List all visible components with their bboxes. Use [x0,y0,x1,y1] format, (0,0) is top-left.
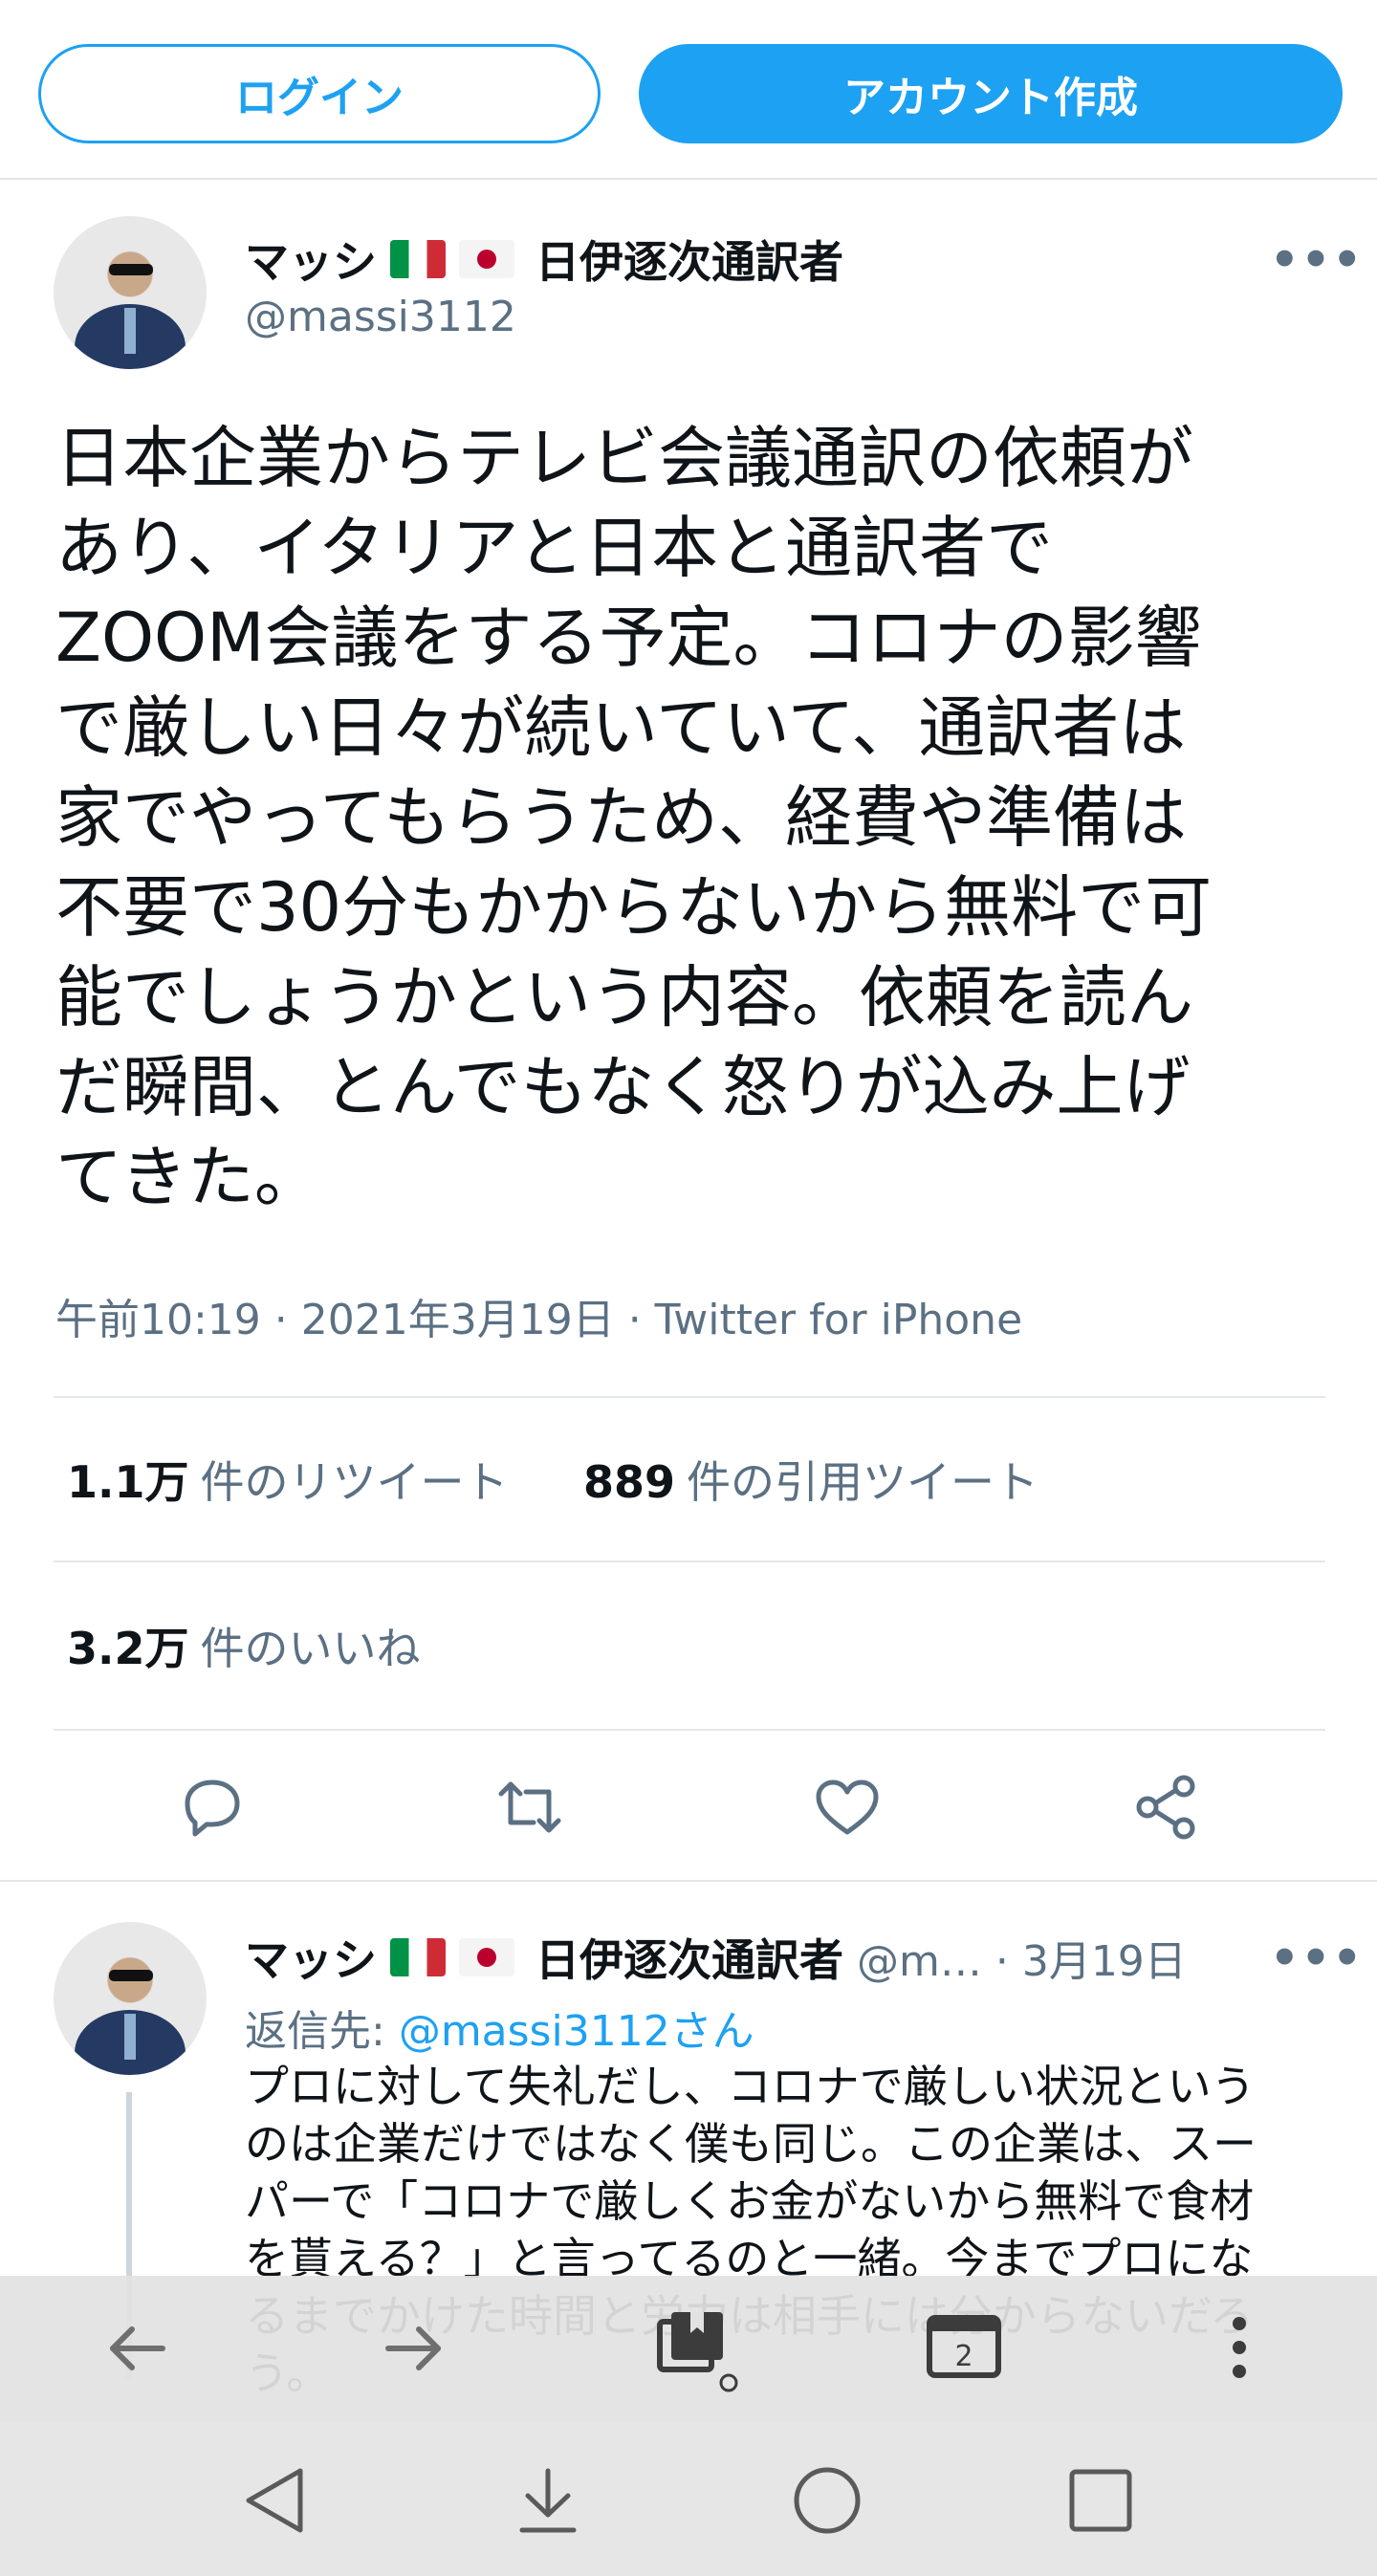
retweets-label: 件のリツイート [200,1456,509,1508]
author-name[interactable]: マッシ 日伊逐次通訳者 [245,228,843,291]
japan-flag-icon [459,1938,514,1976]
retweets-count: 1.1万 [67,1456,189,1508]
bookmarks-history-icon[interactable] [654,2308,740,2394]
reply-icon[interactable] [174,1769,251,1845]
top-auth-bar: ログイン アカウント作成 [0,0,1377,180]
reply-handle-date: @m… · 3月19日 [857,1937,1187,1986]
divider [54,1396,1325,1398]
likes-count: 3.2万 [67,1623,189,1674]
avatar-tie [124,2014,136,2060]
avatar-glasses [109,1970,153,1981]
japan-flag-icon [459,240,514,278]
author-handle[interactable]: @massi3112 [245,293,516,341]
reply-more-options-icon[interactable]: ••• [1270,1932,1364,1985]
avatar[interactable] [54,216,207,369]
tabs-icon[interactable]: 2 [926,2312,1002,2381]
reply-author-name-suffix: 日伊逐次通訳者 [536,1934,843,1986]
back-triangle-icon[interactable] [241,2465,308,2536]
reply-avatar[interactable] [54,1922,207,2075]
back-arrow-icon[interactable] [105,2320,168,2377]
avatar-glasses [109,264,153,275]
download-icon[interactable] [516,2465,579,2536]
reply-to-suffix: さん [669,2007,754,2056]
recents-square-icon[interactable] [1067,2467,1134,2534]
forward-arrow-icon[interactable] [382,2320,446,2377]
reply-to-handle-link[interactable]: @massi3112 [399,2007,670,2056]
divider [54,1729,1325,1731]
home-circle-icon[interactable] [792,2465,863,2536]
quotes-stat[interactable]: 889 件の引用ツイート [583,1448,1038,1511]
divider [54,1561,1325,1562]
retweet-icon[interactable] [492,1769,568,1845]
italy-flag-icon [390,240,446,278]
tweet-text: 日本企業からテレビ会議通訳の依頼が あり、イタリアと日本と通訳者で ZOOM会議… [55,419,1213,1216]
author-name-prefix: マッシ [245,236,377,288]
author-name-suffix: 日伊逐次通訳者 [536,236,843,288]
signup-button[interactable]: アカウント作成 [639,44,1343,143]
more-options-icon[interactable]: ••• [1270,233,1364,287]
retweets-stat[interactable]: 1.1万 件のリツイート [67,1448,509,1511]
browser-toolbar: 2 [0,2276,1377,2423]
quotes-count: 889 [583,1456,676,1508]
avatar-tie [124,308,136,354]
tweet-timestamp[interactable]: 午前10:19 · 2021年3月19日 · Twitter for iPhon… [55,1285,1022,1346]
reply-to-prefix: 返信先: [245,2007,399,2056]
share-icon[interactable] [1128,1769,1205,1845]
tab-count: 2 [954,2340,973,2373]
likes-label: 件のいいね [200,1623,421,1674]
likes-stat[interactable]: 3.2万 件のいいね [67,1614,421,1677]
quotes-label: 件の引用ツイート [687,1456,1039,1508]
like-icon[interactable] [809,1769,885,1845]
menu-dots-icon[interactable] [1220,2314,1258,2381]
reply-author-name-prefix: マッシ [245,1934,377,1986]
system-nav-bar [0,2423,1377,2576]
reply-author-row[interactable]: マッシ 日伊逐次通訳者 @m… · 3月19日 [245,1926,1187,1989]
reply-to-line: 返信先: @massi3112さん [245,1997,754,2058]
italy-flag-icon [390,1938,446,1976]
login-button[interactable]: ログイン [38,44,601,143]
divider [0,1880,1377,1882]
